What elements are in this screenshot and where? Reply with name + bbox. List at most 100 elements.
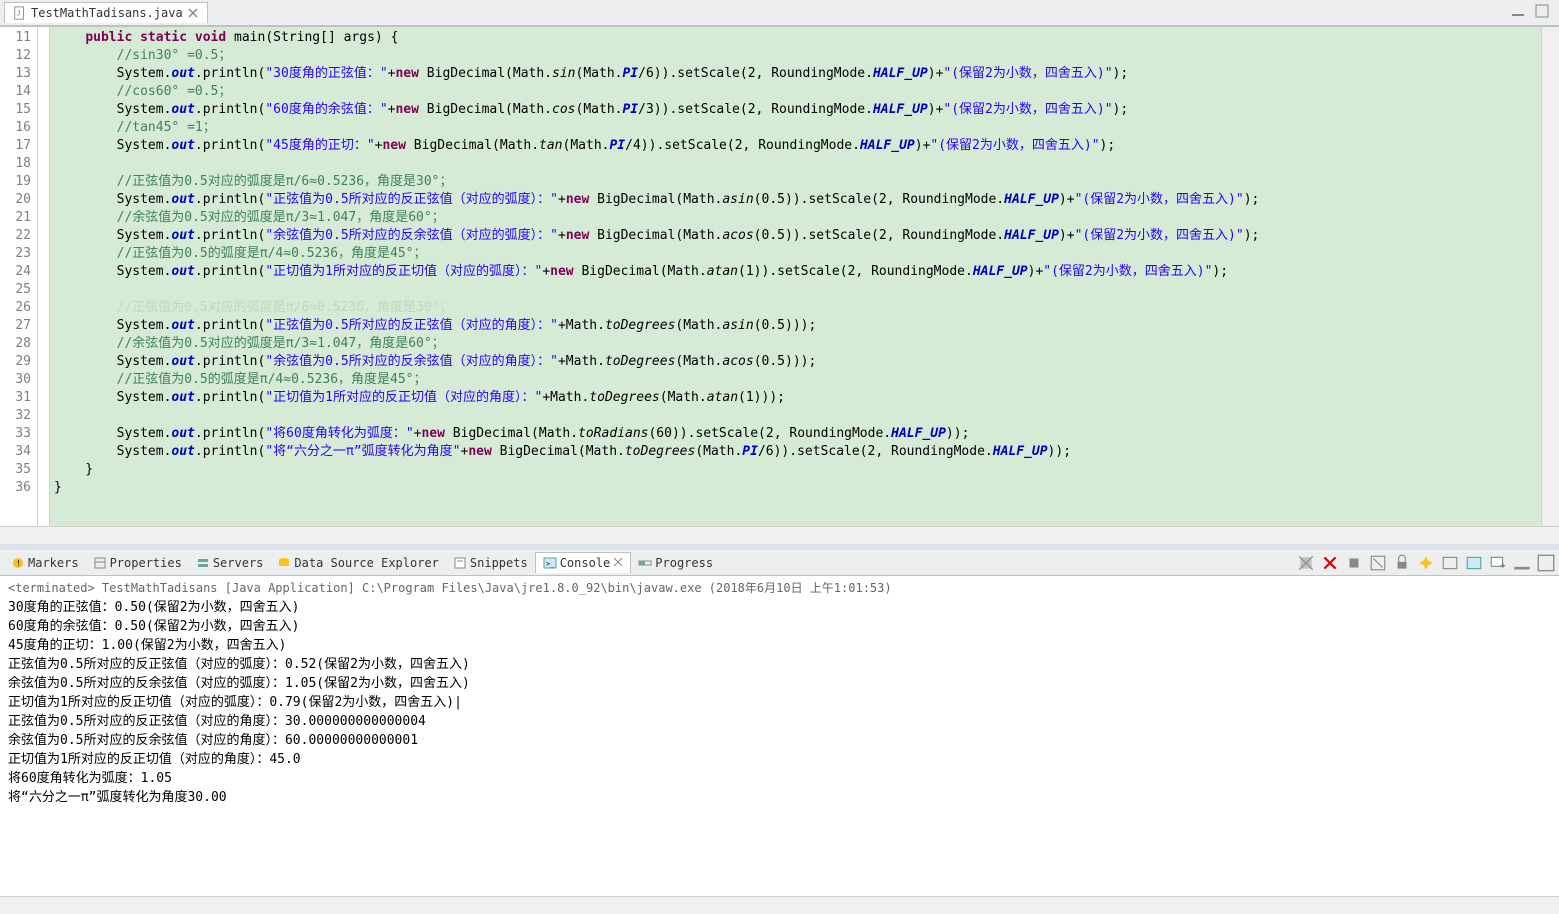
tab-servers[interactable]: Servers — [189, 553, 271, 573]
svg-text:!: ! — [16, 559, 21, 568]
code-line[interactable]: System.out.println("正弦值为0.5所对应的反正弦值（对应的弧… — [54, 191, 1541, 209]
fold-column[interactable] — [38, 27, 50, 526]
tab-label: Properties — [110, 556, 182, 570]
code-line[interactable]: System.out.println("将60度角转化为弧度："+new Big… — [54, 425, 1541, 443]
code-line[interactable]: System.out.println("正弦值为0.5所对应的反正弦值（对应的角… — [54, 317, 1541, 335]
code-area[interactable]: public static void main(String[] args) {… — [50, 27, 1541, 526]
code-line[interactable]: //tan45° =1； — [54, 119, 1541, 137]
code-line[interactable]: System.out.println("正切值为1所对应的反正切值（对应的角度）… — [54, 389, 1541, 407]
code-line[interactable] — [54, 155, 1541, 173]
line-number: 26 — [0, 299, 31, 317]
line-number: 12 — [0, 47, 31, 65]
console-horizontal-scrollbar[interactable] — [0, 896, 1559, 914]
editor-right-actions — [1511, 4, 1559, 22]
maximize-view-icon[interactable] — [1537, 554, 1555, 572]
console-line: 正弦值为0.5所对应的反正弦值（对应的弧度）：0.52(保留2为小数，四舍五入) — [8, 655, 1551, 674]
console-line: 余弦值为0.5所对应的反余弦值（对应的弧度）：1.05(保留2为小数，四舍五入) — [8, 674, 1551, 693]
servers-icon — [196, 556, 210, 570]
line-number: 27 — [0, 317, 31, 335]
markers-icon: ! — [11, 556, 25, 570]
console-header: <terminated> TestMathTadisans [Java Appl… — [8, 579, 1551, 598]
code-line[interactable] — [54, 281, 1541, 299]
tab-snippets[interactable]: Snippets — [446, 553, 535, 573]
line-number: 34 — [0, 443, 31, 461]
svg-text:>_: >_ — [546, 560, 555, 568]
code-line[interactable]: //sin30° =0.5； — [54, 47, 1541, 65]
line-number: 19 — [0, 173, 31, 191]
code-line[interactable]: System.out.println("余弦值为0.5所对应的反余弦值（对应的弧… — [54, 227, 1541, 245]
close-icon[interactable] — [187, 7, 199, 19]
code-line[interactable]: //余弦值为0.5对应的弧度是π/3≈1.047，角度是60°； — [54, 335, 1541, 353]
tab-label: Data Source Explorer — [294, 556, 439, 570]
code-line[interactable]: public static void main(String[] args) { — [54, 29, 1541, 47]
code-line[interactable]: System.out.println("45度角的正切："+new BigDec… — [54, 137, 1541, 155]
editor-area: 1112131415161718192021222324252627282930… — [0, 26, 1559, 526]
dse-icon — [277, 556, 291, 570]
pin-console-icon[interactable] — [1417, 554, 1435, 572]
line-number: 20 — [0, 191, 31, 209]
console-line: 正切值为1所对应的反正切值（对应的角度）：45.0 — [8, 750, 1551, 769]
code-line[interactable]: //cos60° =0.5； — [54, 83, 1541, 101]
vertical-scrollbar[interactable] — [1541, 27, 1559, 526]
minimize-icon[interactable] — [1511, 4, 1525, 22]
console-output[interactable]: <terminated> TestMathTadisans [Java Appl… — [0, 576, 1559, 896]
code-line[interactable]: System.out.println("将“六分之一π”弧度转化为角度"+new… — [54, 443, 1541, 461]
code-line[interactable]: //正弦值为0.5对应的弧度是π/6≈0.5236，角度是30°； — [54, 299, 1541, 317]
console-line: 将“六分之一π”弧度转化为角度30.00 — [8, 788, 1551, 807]
svg-text:J: J — [17, 10, 21, 18]
svg-text:+: + — [1500, 561, 1506, 571]
code-line[interactable]: //正弦值为0.5的弧度是π/4≈0.5236，角度是45°； — [54, 371, 1541, 389]
tab-label: Servers — [213, 556, 264, 570]
maximize-icon[interactable] — [1535, 4, 1549, 22]
tab-label: Progress — [655, 556, 713, 570]
tab-progress[interactable]: Progress — [631, 553, 720, 573]
code-line[interactable]: System.out.println("30度角的正弦值："+new BigDe… — [54, 65, 1541, 83]
editor-tab[interactable]: J TestMathTadisans.java — [4, 2, 208, 23]
console-toolbar: + — [1297, 554, 1555, 572]
line-number: 18 — [0, 155, 31, 173]
line-number: 25 — [0, 281, 31, 299]
remove-all-icon[interactable] — [1321, 554, 1339, 572]
code-line[interactable]: System.out.println("正切值为1所对应的反正切值（对应的弧度）… — [54, 263, 1541, 281]
code-line[interactable]: } — [54, 461, 1541, 479]
code-line[interactable]: //余弦值为0.5对应的弧度是π/3≈1.047，角度是60°； — [54, 209, 1541, 227]
console-line: 45度角的正切：1.00(保留2为小数，四舍五入) — [8, 636, 1551, 655]
code-line[interactable]: } — [54, 479, 1541, 497]
console-line: 余弦值为0.5所对应的反余弦值（对应的角度）：60.00000000000001 — [8, 731, 1551, 750]
tab-dse[interactable]: Data Source Explorer — [270, 553, 446, 573]
properties-icon — [93, 556, 107, 570]
line-number: 32 — [0, 407, 31, 425]
console-line: 60度角的余弦值：0.50(保留2为小数，四舍五入) — [8, 617, 1551, 636]
tab-label: Console — [560, 556, 611, 570]
console-line: 正切值为1所对应的反正切值（对应的弧度）：0.79(保留2为小数，四舍五入)| — [8, 693, 1551, 712]
display-selected-icon[interactable] — [1441, 554, 1459, 572]
line-number: 33 — [0, 425, 31, 443]
tab-properties[interactable]: Properties — [86, 553, 189, 573]
line-number: 31 — [0, 389, 31, 407]
progress-icon — [638, 556, 652, 570]
line-number: 15 — [0, 101, 31, 119]
line-number: 16 — [0, 119, 31, 137]
line-number: 13 — [0, 65, 31, 83]
clear-console-icon[interactable] — [1369, 554, 1387, 572]
close-icon[interactable] — [613, 556, 623, 570]
line-number: 29 — [0, 353, 31, 371]
scroll-lock-icon[interactable] — [1393, 554, 1411, 572]
code-line[interactable]: System.out.println("60度角的余弦值："+new BigDe… — [54, 101, 1541, 119]
minimize-view-icon[interactable] — [1513, 554, 1531, 572]
code-line[interactable] — [54, 407, 1541, 425]
code-line[interactable]: System.out.println("余弦值为0.5所对应的反余弦值（对应的角… — [54, 353, 1541, 371]
snippets-icon — [453, 556, 467, 570]
console-line: 正弦值为0.5所对应的反正弦值（对应的角度）：30.00000000000000… — [8, 712, 1551, 731]
new-console-icon[interactable]: + — [1489, 554, 1507, 572]
terminate-icon[interactable] — [1345, 554, 1363, 572]
horizontal-scrollbar[interactable] — [0, 526, 1559, 544]
tab-console[interactable]: >_ Console — [535, 552, 632, 573]
tab-markers[interactable]: !Markers — [4, 553, 86, 573]
open-console-icon[interactable] — [1465, 554, 1483, 572]
remove-launch-icon[interactable] — [1297, 554, 1315, 572]
console-line: 将60度角转化为弧度：1.05 — [8, 769, 1551, 788]
code-line[interactable]: //正弦值为0.5对应的弧度是π/6≈0.5236，角度是30°； — [54, 173, 1541, 191]
code-line[interactable]: //正弦值为0.5的弧度是π/4≈0.5236，角度是45°； — [54, 245, 1541, 263]
line-number: 14 — [0, 83, 31, 101]
